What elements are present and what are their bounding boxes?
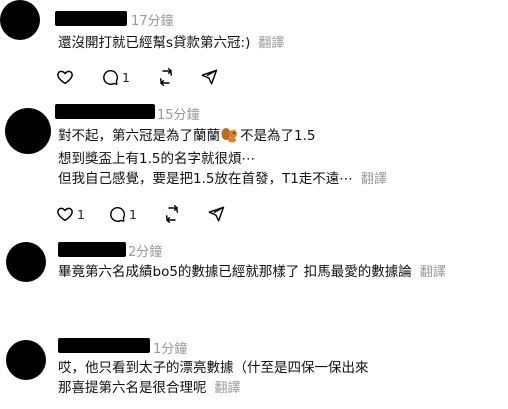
username-redacted[interactable] xyxy=(55,104,155,119)
username-redacted[interactable] xyxy=(58,338,150,353)
squirrel-emoji-icon xyxy=(221,128,237,143)
like-button[interactable]: 1 xyxy=(56,204,85,224)
share-button[interactable] xyxy=(207,204,225,224)
action-bar: 1 xyxy=(56,67,256,87)
comment-text-line-2: 那喜提第六名是很合理呢 翻譯 xyxy=(58,379,241,398)
translate-link[interactable]: 翻譯 xyxy=(361,172,387,187)
repost-icon xyxy=(166,205,178,223)
comment-text-line-2: 想到獎盃上有1.5的名字就很煩⋯ xyxy=(58,151,255,167)
comment-text-line-1: 哎，他只看到太子的漂亮數據（什至是四保一保出來 xyxy=(58,360,369,376)
like-button[interactable] xyxy=(56,67,74,87)
comment-4: 1分鐘 哎，他只看到太子的漂亮數據（什至是四保一保出來 那喜提第六名是很合理呢翻… xyxy=(0,332,508,409)
comment-text: 還沒開打就已經幫s貸款第六冠:) 翻譯 xyxy=(58,34,284,53)
avatar[interactable] xyxy=(6,340,46,380)
like-count: 1 xyxy=(77,206,85,222)
comment-text-segment: 不是為了1.5 xyxy=(240,128,316,144)
translate-link[interactable]: 翻譯 xyxy=(258,36,284,51)
comment-2: 15分鐘 對不起，第六冠是為了蘭蘭 不是為了1.5 想到獎盃上有1.5的名字就很煩… xyxy=(0,100,508,230)
repost-button[interactable] xyxy=(163,204,181,224)
comment-icon xyxy=(103,70,118,85)
avatar[interactable] xyxy=(6,242,46,282)
repost-button[interactable] xyxy=(157,67,175,87)
send-icon xyxy=(208,206,225,222)
comment-1: 17分鐘 還沒開打就已經幫s貸款第六冠:) 翻譯 1 xyxy=(0,0,508,95)
action-bar: 1 1 xyxy=(56,204,256,224)
translate-link[interactable]: 翻譯 xyxy=(420,265,446,280)
comment-icon xyxy=(110,207,125,222)
reply-button[interactable]: 1 xyxy=(108,204,137,224)
reply-button[interactable]: 1 xyxy=(101,67,130,87)
username-redacted[interactable] xyxy=(58,242,126,257)
comment-text-line: 還沒開打就已經幫s貸款第六冠:) xyxy=(58,35,251,51)
comment-text-line-1: 對不起，第六冠是為了蘭蘭 不是為了1.5 xyxy=(58,127,315,145)
timestamp: 17分鐘 xyxy=(131,14,174,29)
send-icon xyxy=(201,69,218,85)
timestamp: 1分鐘 xyxy=(153,342,188,357)
username-redacted[interactable] xyxy=(55,11,127,26)
reply-count: 1 xyxy=(122,69,130,85)
reply-count: 1 xyxy=(129,206,137,222)
translate-link[interactable]: 翻譯 xyxy=(215,381,241,396)
heart-icon xyxy=(57,70,73,85)
comment-3: 2分鐘 畢竟第六名成績bo5的數據已經就那樣了 扣馬最愛的數據論 翻譯 xyxy=(0,236,508,326)
avatar[interactable] xyxy=(0,0,40,40)
share-button[interactable] xyxy=(200,67,218,87)
repost-icon xyxy=(160,68,172,86)
comment-text: 畢竟第六名成績bo5的數據已經就那樣了 扣馬最愛的數據論 翻譯 xyxy=(58,263,446,282)
avatar[interactable] xyxy=(5,108,51,154)
heart-icon xyxy=(57,207,73,222)
comment-text-line-3: 但我自己感覺，要是把1.5放在首發，T1走不遠⋯ 翻譯 xyxy=(58,170,387,189)
timestamp: 15分鐘 xyxy=(157,108,200,123)
comment-text-line: 畢竟第六名成績bo5的數據已經就那樣了 扣馬最愛的數據論 xyxy=(58,264,412,280)
comment-text-segment: 對不起，第六冠是為了蘭蘭 xyxy=(58,128,220,144)
comment-text-segment: 但我自己感覺，要是把1.5放在首發，T1走不遠⋯ xyxy=(58,171,353,187)
comment-text-segment: 那喜提第六名是很合理呢 xyxy=(58,380,207,396)
timestamp: 2分鐘 xyxy=(128,245,163,260)
